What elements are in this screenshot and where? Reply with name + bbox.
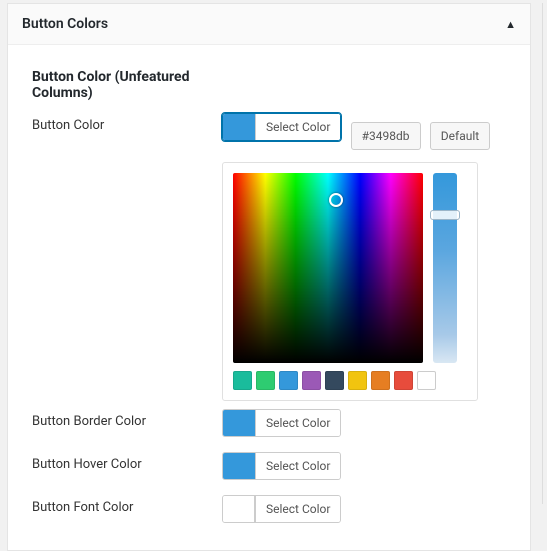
preset-swatch[interactable] bbox=[302, 371, 321, 390]
field-label: Button Border Color bbox=[32, 409, 222, 429]
select-color-button[interactable]: Select Color bbox=[222, 113, 341, 141]
collapse-icon: ▲ bbox=[505, 18, 516, 31]
hue-handle[interactable] bbox=[430, 210, 460, 220]
preset-swatch[interactable] bbox=[233, 371, 252, 390]
select-color-button[interactable]: Select Color bbox=[222, 495, 341, 523]
field-hover-color: Button Hover Color Select Color bbox=[32, 452, 506, 483]
preset-swatch[interactable] bbox=[279, 371, 298, 390]
select-color-label: Select Color bbox=[255, 496, 340, 522]
preset-swatch[interactable] bbox=[256, 371, 275, 390]
color-picker bbox=[222, 162, 478, 401]
field-label: Button Hover Color bbox=[32, 452, 222, 472]
panel-header[interactable]: Button Colors ▲ bbox=[8, 4, 530, 45]
field-label: Button Font Color bbox=[32, 495, 222, 515]
color-swatch bbox=[223, 114, 255, 140]
field-border-color: Button Border Color Select Color bbox=[32, 409, 506, 440]
section-title: Button Color (Unfeatured Columns) bbox=[32, 69, 232, 101]
saturation-area[interactable] bbox=[233, 173, 423, 363]
field-font-color: Button Font Color Select Color bbox=[32, 495, 506, 526]
field-button-color: Button Color Select Color #3498db Defaul… bbox=[32, 113, 506, 150]
preset-swatch[interactable] bbox=[417, 371, 436, 390]
select-color-label: Select Color bbox=[255, 410, 340, 436]
color-swatch bbox=[223, 496, 255, 522]
panel-body: Button Color (Unfeatured Columns) Button… bbox=[8, 45, 530, 550]
color-swatch bbox=[223, 410, 255, 436]
saturation-cursor[interactable] bbox=[329, 193, 343, 207]
panel-title: Button Colors bbox=[22, 16, 108, 32]
select-color-label: Select Color bbox=[255, 453, 340, 479]
select-color-label: Select Color bbox=[255, 114, 340, 140]
preset-swatch[interactable] bbox=[325, 371, 344, 390]
select-color-button[interactable]: Select Color bbox=[222, 409, 341, 437]
field-label: Button Color bbox=[32, 113, 222, 133]
select-color-button[interactable]: Select Color bbox=[222, 452, 341, 480]
default-button[interactable]: Default bbox=[430, 122, 490, 150]
color-swatch bbox=[223, 453, 255, 479]
hex-value[interactable]: #3498db bbox=[351, 122, 421, 150]
preset-row bbox=[233, 371, 467, 390]
preset-swatch[interactable] bbox=[371, 371, 390, 390]
hue-slider[interactable] bbox=[433, 173, 457, 363]
preset-swatch[interactable] bbox=[348, 371, 367, 390]
preset-swatch[interactable] bbox=[394, 371, 413, 390]
